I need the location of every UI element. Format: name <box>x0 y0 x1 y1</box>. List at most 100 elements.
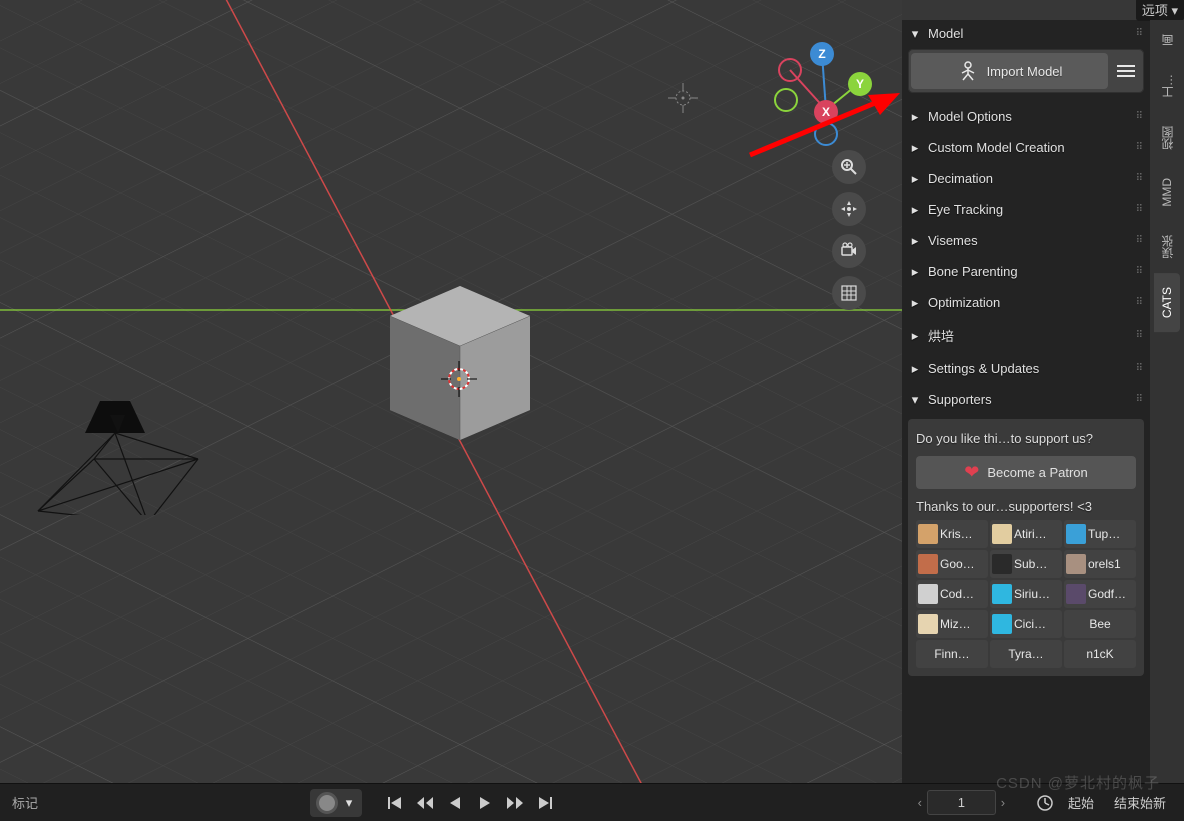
supporter-cell[interactable]: Miz… <box>916 610 988 638</box>
supporter-cell[interactable]: Tyra… <box>990 640 1062 668</box>
chevron-down-icon[interactable]: ▾ <box>342 795 356 811</box>
section-decimation[interactable]: ▸Decimation⠿ <box>902 163 1150 194</box>
camera-object[interactable] <box>30 395 210 515</box>
supporter-cell[interactable]: Kris… <box>916 520 988 548</box>
play-button[interactable] <box>474 788 496 818</box>
supporter-cell[interactable]: Siriu… <box>990 580 1062 608</box>
section-model-options[interactable]: ▸Model Options⠿ <box>902 101 1150 132</box>
drag-handle-icon[interactable]: ⠿ <box>1136 142 1144 153</box>
patron-question: Do you like thi…to support us? <box>916 427 1136 450</box>
panel-tab[interactable]: 工… <box>1153 60 1182 112</box>
supporter-cell[interactable]: Cici… <box>990 610 1062 638</box>
section-bone-parenting[interactable]: ▸Bone Parenting⠿ <box>902 256 1150 287</box>
empty-object[interactable] <box>665 80 701 116</box>
become-patron-button[interactable]: ❤ Become a Patron <box>916 456 1136 489</box>
drag-handle-icon[interactable]: ⠿ <box>1136 266 1144 277</box>
panel-tab[interactable]: MMD <box>1154 164 1180 221</box>
drag-handle-icon[interactable]: ⠿ <box>1136 28 1144 39</box>
avatar <box>918 554 938 574</box>
supporter-name: Sub… <box>1014 557 1047 571</box>
drag-handle-icon[interactable]: ⠿ <box>1136 330 1144 341</box>
watermark-text: CSDN @萝北村的枫子 <box>996 772 1160 793</box>
drag-handle-icon[interactable]: ⠿ <box>1136 111 1144 122</box>
avatar <box>992 614 1012 634</box>
end-label: 结束始新 <box>1108 793 1172 812</box>
annotation-arrow <box>740 85 902 165</box>
move-icon[interactable] <box>832 192 866 226</box>
supporter-cell[interactable]: Bee <box>1064 610 1136 638</box>
supporter-name: Kris… <box>940 527 973 541</box>
panel-tab[interactable]: CATS <box>1154 273 1180 332</box>
supporter-name: Cici… <box>1014 617 1046 631</box>
panel-tab[interactable]: 误张 <box>1153 221 1182 273</box>
jump-end-button[interactable] <box>534 788 556 818</box>
avatar <box>918 524 938 544</box>
supporter-cell[interactable]: Goo… <box>916 550 988 578</box>
drag-handle-icon[interactable]: ⠿ <box>1136 394 1144 405</box>
viewport-controls <box>832 150 872 318</box>
chevron-left-icon[interactable]: ‹ <box>913 795 927 810</box>
chevron-down-icon: ▾ <box>908 27 922 41</box>
avatar <box>1066 554 1086 574</box>
section-supporters[interactable]: ▾Supporters⠿ <box>902 384 1150 415</box>
auto-keyframe-button[interactable] <box>316 792 338 814</box>
camera-view-icon[interactable] <box>832 234 866 268</box>
play-reverse-button[interactable] <box>444 788 466 818</box>
chevron-right-icon: ▸ <box>908 141 922 155</box>
panel-tab[interactable]: 视图 <box>1153 112 1182 164</box>
start-label: 起始 <box>1062 793 1100 812</box>
gizmo-z-axis[interactable]: Z <box>810 42 834 66</box>
avatar <box>1066 584 1086 604</box>
supporter-cell[interactable]: Godf… <box>1064 580 1136 608</box>
supporter-cell[interactable]: n1cK <box>1064 640 1136 668</box>
section-custom-model[interactable]: ▸Custom Model Creation⠿ <box>902 132 1150 163</box>
section-visemes[interactable]: ▸Visemes⠿ <box>902 225 1150 256</box>
chevron-right-icon: ▸ <box>908 329 922 343</box>
supporter-cell[interactable]: Tup… <box>1064 520 1136 548</box>
chevron-right-icon: ▸ <box>908 110 922 124</box>
supporter-cell[interactable]: Sub… <box>990 550 1062 578</box>
import-box: Import Model <box>908 49 1144 93</box>
supporter-cell[interactable]: Finn… <box>916 640 988 668</box>
chevron-right-icon: ▸ <box>908 296 922 310</box>
jump-start-button[interactable] <box>384 788 406 818</box>
3d-viewport[interactable]: Z Y X <box>0 0 902 783</box>
supporter-cell[interactable]: Cod… <box>916 580 988 608</box>
supporter-name: Godf… <box>1088 587 1126 601</box>
keyframe-next-button[interactable] <box>504 788 526 818</box>
avatar <box>992 524 1012 544</box>
perspective-icon[interactable] <box>832 276 866 310</box>
supporter-cell[interactable]: orels1 <box>1064 550 1136 578</box>
marker-label: 标记 <box>12 793 302 812</box>
section-settings-updates[interactable]: ▸Settings & Updates⠿ <box>902 353 1150 384</box>
drag-handle-icon[interactable]: ⠿ <box>1136 204 1144 215</box>
patron-button-label: Become a Patron <box>987 465 1087 480</box>
hamburger-icon <box>1117 64 1135 78</box>
supporter-name: Goo… <box>940 557 975 571</box>
section-bake[interactable]: ▸烘培⠿ <box>902 318 1150 353</box>
thanks-text: Thanks to our…supporters! <3 <box>916 489 1136 520</box>
panel-tab[interactable]: 画 <box>1153 20 1182 60</box>
supporter-name: Siriu… <box>1014 587 1050 601</box>
chevron-down-icon: ▾ <box>908 393 922 407</box>
chevron-right-icon: ▸ <box>908 234 922 248</box>
supporter-name: Cod… <box>940 587 974 601</box>
import-model-button[interactable]: Import Model <box>911 53 1108 89</box>
avatar <box>918 584 938 604</box>
keyframe-prev-button[interactable] <box>414 788 436 818</box>
drag-handle-icon[interactable]: ⠿ <box>1136 235 1144 246</box>
section-eye-tracking[interactable]: ▸Eye Tracking⠿ <box>902 194 1150 225</box>
section-model[interactable]: ▾Model ⠿ <box>902 18 1150 49</box>
clock-icon[interactable] <box>1036 794 1054 812</box>
drag-handle-icon[interactable]: ⠿ <box>1136 297 1144 308</box>
drag-handle-icon[interactable]: ⠿ <box>1136 363 1144 374</box>
gizmo-neg-x[interactable] <box>778 58 802 82</box>
import-menu-button[interactable] <box>1111 64 1141 78</box>
drag-handle-icon[interactable]: ⠿ <box>1136 173 1144 184</box>
supporter-cell[interactable]: Atiri… <box>990 520 1062 548</box>
current-frame-field[interactable]: 1 <box>927 790 996 815</box>
supporter-name: Atiri… <box>1014 527 1047 541</box>
chevron-right-icon[interactable]: › <box>996 795 1010 810</box>
section-optimization[interactable]: ▸Optimization⠿ <box>902 287 1150 318</box>
chevron-right-icon: ▸ <box>908 203 922 217</box>
